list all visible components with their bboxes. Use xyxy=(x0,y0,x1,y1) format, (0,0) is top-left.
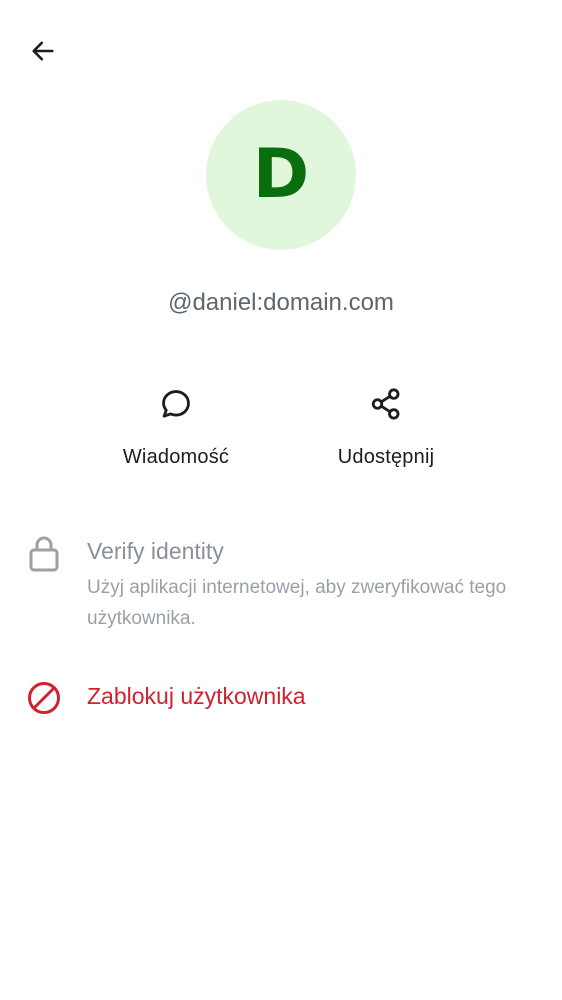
user-id: @daniel:domain.com xyxy=(168,289,394,316)
block-icon xyxy=(28,682,60,714)
avatar: D xyxy=(206,100,356,250)
arrow-left-icon xyxy=(32,41,54,61)
avatar-letter: D xyxy=(252,135,310,214)
verify-identity-title: Verify identity xyxy=(87,538,224,564)
block-user-label: Zablokuj użytkownika xyxy=(87,683,306,709)
message-button[interactable]: Wiadomość xyxy=(96,380,256,480)
message-button-label: Wiadomość xyxy=(122,446,230,468)
share-icon xyxy=(362,380,410,428)
share-button-label: Udostępnij xyxy=(337,446,435,468)
share-button[interactable]: Udostępnij xyxy=(306,380,466,480)
chat-bubble-icon xyxy=(152,380,200,428)
verify-identity-row: Verify identity Użyj aplikacji interneto… xyxy=(0,530,562,640)
back-button[interactable] xyxy=(20,28,66,74)
block-user-button[interactable]: Zablokuj użytkownika xyxy=(0,672,562,724)
verify-identity-description: Użyj aplikacji internetowej, aby zweryfi… xyxy=(87,577,507,629)
lock-icon xyxy=(29,536,59,572)
